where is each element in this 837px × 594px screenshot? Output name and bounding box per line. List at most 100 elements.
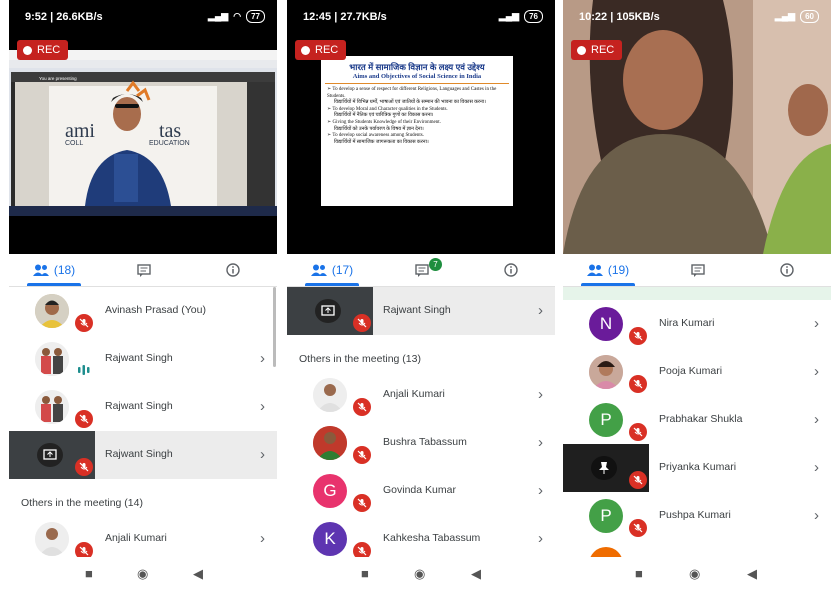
avatar: [589, 355, 623, 389]
participants-list[interactable]: N Nira Kumari › Pooja Kumari › P Prabhak…: [563, 287, 831, 557]
participant-name: Avinash Prasad (You): [105, 304, 206, 316]
back-icon[interactable]: ◀: [747, 566, 757, 582]
status-bar: 12:45 | 27.7KB/s ▂▄▆ 76: [287, 0, 555, 36]
tab-people[interactable]: (17): [287, 254, 377, 286]
slide-bullet: ➢ Giving the Students Knowledge of their…: [327, 119, 441, 125]
chat-icon: [137, 263, 151, 277]
participant-row[interactable]: Avinash Prasad (You): [9, 287, 277, 335]
tab-chat[interactable]: [653, 254, 743, 286]
chevron-right-icon[interactable]: ›: [260, 446, 265, 463]
avatar: [313, 378, 347, 412]
avatar-initial: G: [323, 481, 337, 500]
speaking-indicator-icon: [77, 363, 91, 382]
participant-row[interactable]: Anjali Kumari ›: [9, 515, 277, 557]
avatar: N: [589, 307, 623, 341]
participant-row[interactable]: N Nira Kumari ›: [563, 300, 831, 348]
participant-row-presenting[interactable]: Rajwant Singh ›: [287, 287, 555, 335]
tab-info[interactable]: [189, 254, 277, 286]
home-icon[interactable]: ◉: [414, 566, 425, 582]
video-feed: 10:22 | 105KB/s ▂▄▆ 60 REC: [563, 0, 831, 254]
video-feed: ami tas COLL EDUCATION You are presentin…: [9, 36, 277, 254]
people-icon: [586, 264, 603, 276]
chevron-right-icon[interactable]: ›: [260, 530, 265, 547]
chevron-right-icon[interactable]: ›: [538, 386, 543, 403]
chevron-right-icon[interactable]: ›: [538, 302, 543, 319]
back-icon[interactable]: ◀: [193, 566, 203, 582]
recents-icon[interactable]: ■: [635, 566, 643, 581]
recents-icon[interactable]: ■: [361, 566, 369, 581]
signal-icon: ▂▄▆: [208, 11, 229, 21]
slide-title-hindi: भारत में सामाजिक विज्ञान के लक्ष्य एवं उ…: [349, 62, 485, 72]
participant-row[interactable]: Pooja Kumari ›: [563, 348, 831, 396]
participant-row[interactable]: G Govinda Kumar ›: [287, 467, 555, 515]
wifi-icon: ◠: [233, 11, 242, 21]
participant-name: Rajwant Singh: [105, 448, 173, 460]
avatar: [589, 547, 623, 557]
record-dot-icon: [301, 45, 310, 55]
chevron-right-icon[interactable]: ›: [538, 482, 543, 499]
info-icon: [504, 263, 518, 277]
avatar: [35, 294, 69, 328]
present-screen-icon: [37, 443, 63, 467]
chevron-right-icon[interactable]: ›: [814, 459, 819, 476]
participant-row[interactable]: Bushra Tabassum ›: [287, 419, 555, 467]
participant-row[interactable]: Anjali Kumari ›: [287, 371, 555, 419]
participant-row[interactable]: Rajwant Singh ›: [9, 383, 277, 431]
rec-label: REC: [591, 44, 615, 56]
recording-indicator: REC: [17, 40, 69, 60]
android-nav-bar: ■ ◉ ◀: [9, 557, 277, 594]
slide-bullet: ➢ To develop social awareness among Stud…: [327, 133, 424, 139]
mic-off-icon: [75, 458, 93, 476]
participants-list[interactable]: Avinash Prasad (You) Rajwant Singh › Raj…: [9, 287, 277, 557]
participant-row[interactable]: Rajwant Singh ›: [9, 335, 277, 383]
back-icon[interactable]: ◀: [471, 566, 481, 582]
participant-name: Bushra Tabassum: [383, 436, 467, 448]
home-icon[interactable]: ◉: [689, 566, 700, 582]
participant-row[interactable]: P Pushpa Kumari ›: [563, 492, 831, 540]
home-icon[interactable]: ◉: [137, 566, 148, 582]
tab-chat[interactable]: 7: [377, 254, 467, 286]
chevron-right-icon[interactable]: ›: [814, 363, 819, 380]
rec-label: REC: [315, 44, 339, 56]
tab-chat[interactable]: [99, 254, 189, 286]
participant-video: [563, 0, 831, 254]
shared-slide: भारत में सामाजिक विज्ञान के लक्ष्य एवं उ…: [321, 56, 513, 206]
chevron-right-icon[interactable]: ›: [814, 507, 819, 524]
participant-row[interactable]: P Prabhakar Shukla ›: [563, 396, 831, 444]
participant-name: Govinda Kumar: [383, 484, 456, 496]
tab-people[interactable]: (19): [563, 254, 653, 286]
chevron-right-icon[interactable]: ›: [538, 434, 543, 451]
tab-info[interactable]: [743, 254, 831, 286]
chevron-right-icon[interactable]: ›: [260, 398, 265, 415]
chevron-right-icon[interactable]: ›: [538, 530, 543, 547]
chevron-right-icon[interactable]: ›: [814, 411, 819, 428]
participant-row[interactable]: K Kahkesha Tabassum ›: [287, 515, 555, 557]
participants-list[interactable]: Rajwant Singh › Others in the meeting (1…: [287, 287, 555, 557]
participant-row-presenting[interactable]: Rajwant Singh ›: [9, 431, 277, 479]
chevron-right-icon[interactable]: ›: [260, 350, 265, 367]
tab-people[interactable]: (18): [9, 254, 99, 286]
tab-info[interactable]: [467, 254, 555, 286]
section-heading: Others in the meeting (13): [299, 353, 421, 365]
recents-icon[interactable]: ■: [85, 566, 93, 581]
people-count: (17): [331, 263, 354, 277]
participant-name: Anjali Kumari: [105, 532, 167, 544]
avatar: [313, 426, 347, 460]
record-dot-icon: [23, 45, 32, 55]
mic-off-icon: [353, 398, 371, 416]
mic-off-icon: [629, 423, 647, 441]
mic-off-icon: [629, 375, 647, 393]
mic-off-icon: [629, 471, 647, 489]
slide-bullet-hindi: विद्यार्थियों में सामाजिक जागरूकता का वि…: [334, 139, 429, 145]
slide-bullet-hindi: विद्यार्थियों में नैतिक एवं चारित्रिक गु…: [334, 113, 434, 119]
mic-off-icon: [353, 314, 371, 332]
avatar: [35, 522, 69, 556]
chevron-right-icon[interactable]: ›: [814, 315, 819, 332]
chat-icon: [415, 263, 429, 277]
phone-screen-2: 12:45 | 27.7KB/s ▂▄▆ 76 भारत में सामाजिक…: [287, 0, 555, 594]
recording-indicator: REC: [295, 40, 347, 60]
signal-icon: ▂▄▆: [774, 11, 796, 21]
participant-row[interactable]: Priyanka Kumari ›: [563, 444, 831, 492]
avatar: G: [313, 474, 347, 508]
participant-name: Anjali Kumari: [383, 388, 445, 400]
